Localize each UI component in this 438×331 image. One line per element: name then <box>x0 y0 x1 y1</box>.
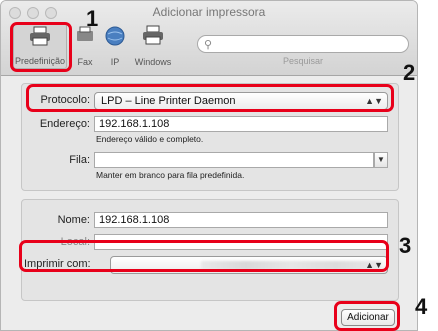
address-hint: Endereço válido e completo. <box>96 134 204 144</box>
callout-1: 1 <box>86 6 99 31</box>
queue-input[interactable] <box>94 152 374 168</box>
callout-2: 2 <box>403 60 416 85</box>
highlight-protocol <box>26 84 394 112</box>
highlight-add-button <box>334 301 400 331</box>
name-label: Nome: <box>57 214 90 226</box>
windows-printer-icon <box>143 25 163 45</box>
queue-dropdown-button[interactable]: ▼ <box>374 152 388 168</box>
address-input[interactable]: 192.168.1.108 <box>94 116 388 132</box>
highlight-print-with <box>19 240 389 272</box>
tool-fax-label: Fax <box>77 57 93 67</box>
callout-3: 3 <box>399 233 412 258</box>
callout-4: 4 <box>415 294 428 319</box>
name-input[interactable]: 192.168.1.108 <box>94 212 388 228</box>
highlight-default-tool <box>10 22 72 72</box>
tool-ip-label: IP <box>110 57 120 67</box>
search-icon: ⚲ <box>204 39 213 51</box>
queue-label: Fila: <box>69 154 90 166</box>
window-title: Adicionar impressora <box>152 5 266 19</box>
address-label: Endereço: <box>39 118 90 130</box>
tool-windows-label: Windows <box>134 57 172 67</box>
search-label: Pesquisar <box>282 56 324 66</box>
tool-windows[interactable]: Windows <box>131 23 175 69</box>
globe-icon <box>105 26 125 46</box>
search-field[interactable]: ⚲ <box>197 35 409 53</box>
queue-hint: Manter em branco para fila predefinida. <box>96 170 245 180</box>
tool-ip[interactable]: IP <box>101 23 129 69</box>
